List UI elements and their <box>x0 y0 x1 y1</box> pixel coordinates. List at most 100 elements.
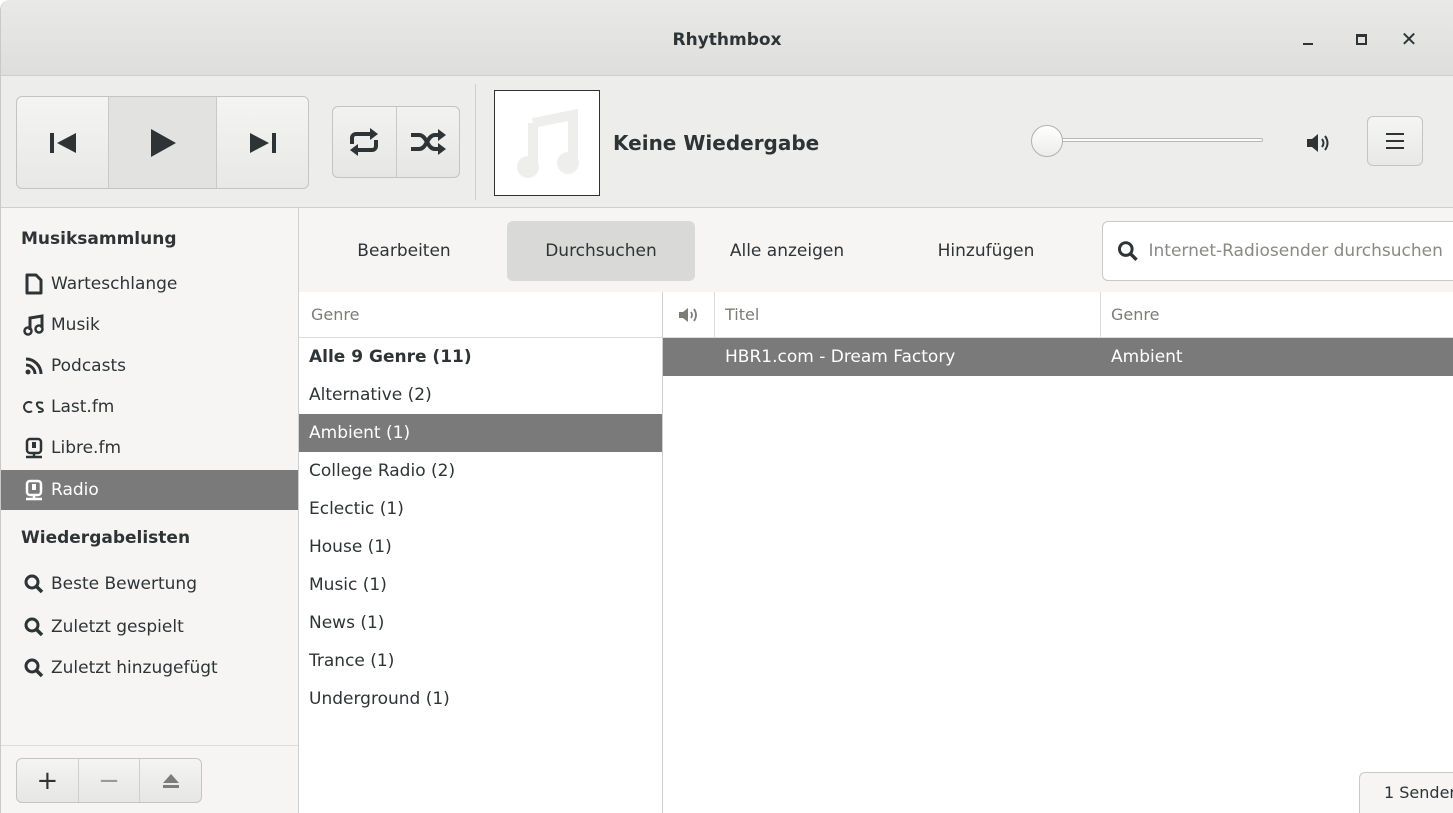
hamburger-icon <box>1386 133 1404 135</box>
close-icon: ✕ <box>1400 27 1418 51</box>
genre-list-item[interactable]: College Radio (2) <box>299 452 662 490</box>
previous-button[interactable] <box>17 97 108 188</box>
search-input[interactable] <box>1148 241 1453 261</box>
sidebar-item-label: Libre.fm <box>51 438 122 458</box>
genre-browser: Genre Alle 9 Genre (11) Alternative (2) … <box>299 292 663 813</box>
station-search-field[interactable] <box>1102 221 1453 281</box>
rhythmbox-window: Rhythmbox ✕ Keine Wiedergabe Musiksammlu… <box>0 0 1453 813</box>
playback-controls <box>16 96 309 189</box>
plus-icon: + <box>36 765 59 796</box>
window-title: Rhythmbox <box>672 30 782 50</box>
repeat-button[interactable] <box>333 107 396 177</box>
sidebar-item-label: Zuletzt hinzugefügt <box>51 658 218 678</box>
volume-slider[interactable] <box>1031 123 1263 157</box>
maximize-button[interactable] <box>1346 24 1376 54</box>
show-all-button[interactable]: Alle anzeigen <box>711 221 863 281</box>
music-icon <box>23 314 45 336</box>
genre-list-item[interactable]: Alle 9 Genre (11) <box>299 338 662 376</box>
sidebar-item-label: Last.fm <box>51 397 115 417</box>
sidebar-item-recently-added[interactable]: Zuletzt hinzugefügt <box>1 648 298 688</box>
rss-icon <box>23 355 45 377</box>
minimize-icon <box>1303 43 1313 45</box>
play-icon <box>150 128 176 157</box>
genre-list-item[interactable]: News (1) <box>299 604 662 642</box>
genre-list-item[interactable]: Trance (1) <box>299 642 662 680</box>
genre-list-item[interactable]: Music (1) <box>299 566 662 604</box>
add-playlist-button[interactable]: + <box>17 759 78 802</box>
album-cover <box>494 90 600 196</box>
speaker-icon <box>678 307 697 322</box>
search-icon <box>23 657 45 679</box>
eject-button[interactable] <box>139 759 201 802</box>
sidebar: Musiksammlung Warteschlange Musik Podcas… <box>1 208 299 813</box>
volume-track <box>1045 138 1263 142</box>
station-list: Titel Genre HBR1.com - Dream Factory Amb… <box>663 292 1453 813</box>
play-button[interactable] <box>108 97 216 188</box>
search-icon <box>1117 241 1138 261</box>
skip-next-icon <box>249 132 276 153</box>
repeat-icon <box>350 128 379 156</box>
skip-previous-icon <box>49 132 76 153</box>
speaker-icon <box>1307 134 1329 152</box>
minimize-button[interactable] <box>1293 24 1323 54</box>
shuffle-icon <box>410 129 446 155</box>
sidebar-item-lastfm[interactable]: Last.fm <box>1 387 298 427</box>
genre-column-header[interactable]: Genre <box>299 292 662 338</box>
sidebar-item-queue[interactable]: Warteschlange <box>1 264 298 304</box>
title-bar: Rhythmbox ✕ <box>1 0 1453 76</box>
genre-list-item[interactable]: Eclectic (1) <box>299 490 662 528</box>
library-header: Musiksammlung <box>21 229 177 249</box>
sidebar-item-recently-played[interactable]: Zuletzt gespielt <box>1 607 298 647</box>
music-note-icon <box>517 108 579 178</box>
playlists-header: Wiedergabelisten <box>21 528 191 548</box>
genre-list-item[interactable]: Ambient (1) <box>299 414 662 452</box>
next-button[interactable] <box>216 97 308 188</box>
search-icon <box>23 573 45 595</box>
lastfm-icon <box>23 396 45 418</box>
station-genre: Ambient <box>1111 347 1183 367</box>
genre-list-item[interactable]: Alternative (2) <box>299 376 662 414</box>
sidebar-item-label: Radio <box>51 480 99 500</box>
radio-icon <box>23 479 45 501</box>
browse-button[interactable]: Durchsuchen <box>507 221 695 281</box>
close-button[interactable]: ✕ <box>1394 24 1424 54</box>
now-playing-column-header[interactable] <box>663 292 715 337</box>
edit-button[interactable]: Bearbeiten <box>329 221 479 281</box>
sidebar-item-top-rated[interactable]: Beste Bewertung <box>1 564 298 604</box>
table-row[interactable]: HBR1.com - Dream Factory Ambient <box>663 338 1453 376</box>
play-mode-controls <box>332 106 460 178</box>
sidebar-action-buttons: + − <box>16 758 202 803</box>
sidebar-item-music[interactable]: Musik <box>1 305 298 345</box>
sidebar-item-label: Musik <box>51 315 100 335</box>
sidebar-item-label: Zuletzt gespielt <box>51 617 184 637</box>
sidebar-item-label: Podcasts <box>51 356 126 376</box>
station-title: HBR1.com - Dream Factory <box>725 347 956 367</box>
search-icon <box>23 616 45 638</box>
player-toolbar: Keine Wiedergabe <box>1 76 1453 208</box>
radio-icon <box>23 437 45 459</box>
source-toolbar: Bearbeiten Durchsuchen Alle anzeigen Hin… <box>299 208 1453 292</box>
genre-list-item[interactable]: Underground (1) <box>299 680 662 718</box>
volume-knob[interactable] <box>1031 125 1063 157</box>
queue-icon <box>23 273 45 295</box>
sidebar-item-podcasts[interactable]: Podcasts <box>1 346 298 386</box>
status-label: 1 Sender <box>1359 772 1453 813</box>
add-button[interactable]: Hinzufügen <box>911 221 1061 281</box>
genre-column-header[interactable]: Genre <box>1101 292 1453 337</box>
toolbar-separator <box>475 84 476 200</box>
station-list-header: Titel Genre <box>663 292 1453 338</box>
title-column-header[interactable]: Titel <box>715 292 1101 337</box>
volume-button[interactable] <box>1305 132 1333 154</box>
sidebar-item-librefm[interactable]: Libre.fm <box>1 428 298 468</box>
remove-playlist-button[interactable]: − <box>77 759 140 802</box>
sidebar-footer: + − <box>1 745 298 813</box>
now-playing-label: Keine Wiedergabe <box>613 131 820 155</box>
main-menu-button[interactable] <box>1367 116 1423 166</box>
sidebar-item-radio[interactable]: Radio <box>1 470 298 510</box>
shuffle-button[interactable] <box>395 107 459 177</box>
eject-icon <box>162 773 179 788</box>
genre-list-item[interactable]: House (1) <box>299 528 662 566</box>
maximize-icon <box>1355 33 1367 45</box>
sidebar-item-label: Beste Bewertung <box>51 574 197 594</box>
sidebar-item-label: Warteschlange <box>51 274 178 294</box>
